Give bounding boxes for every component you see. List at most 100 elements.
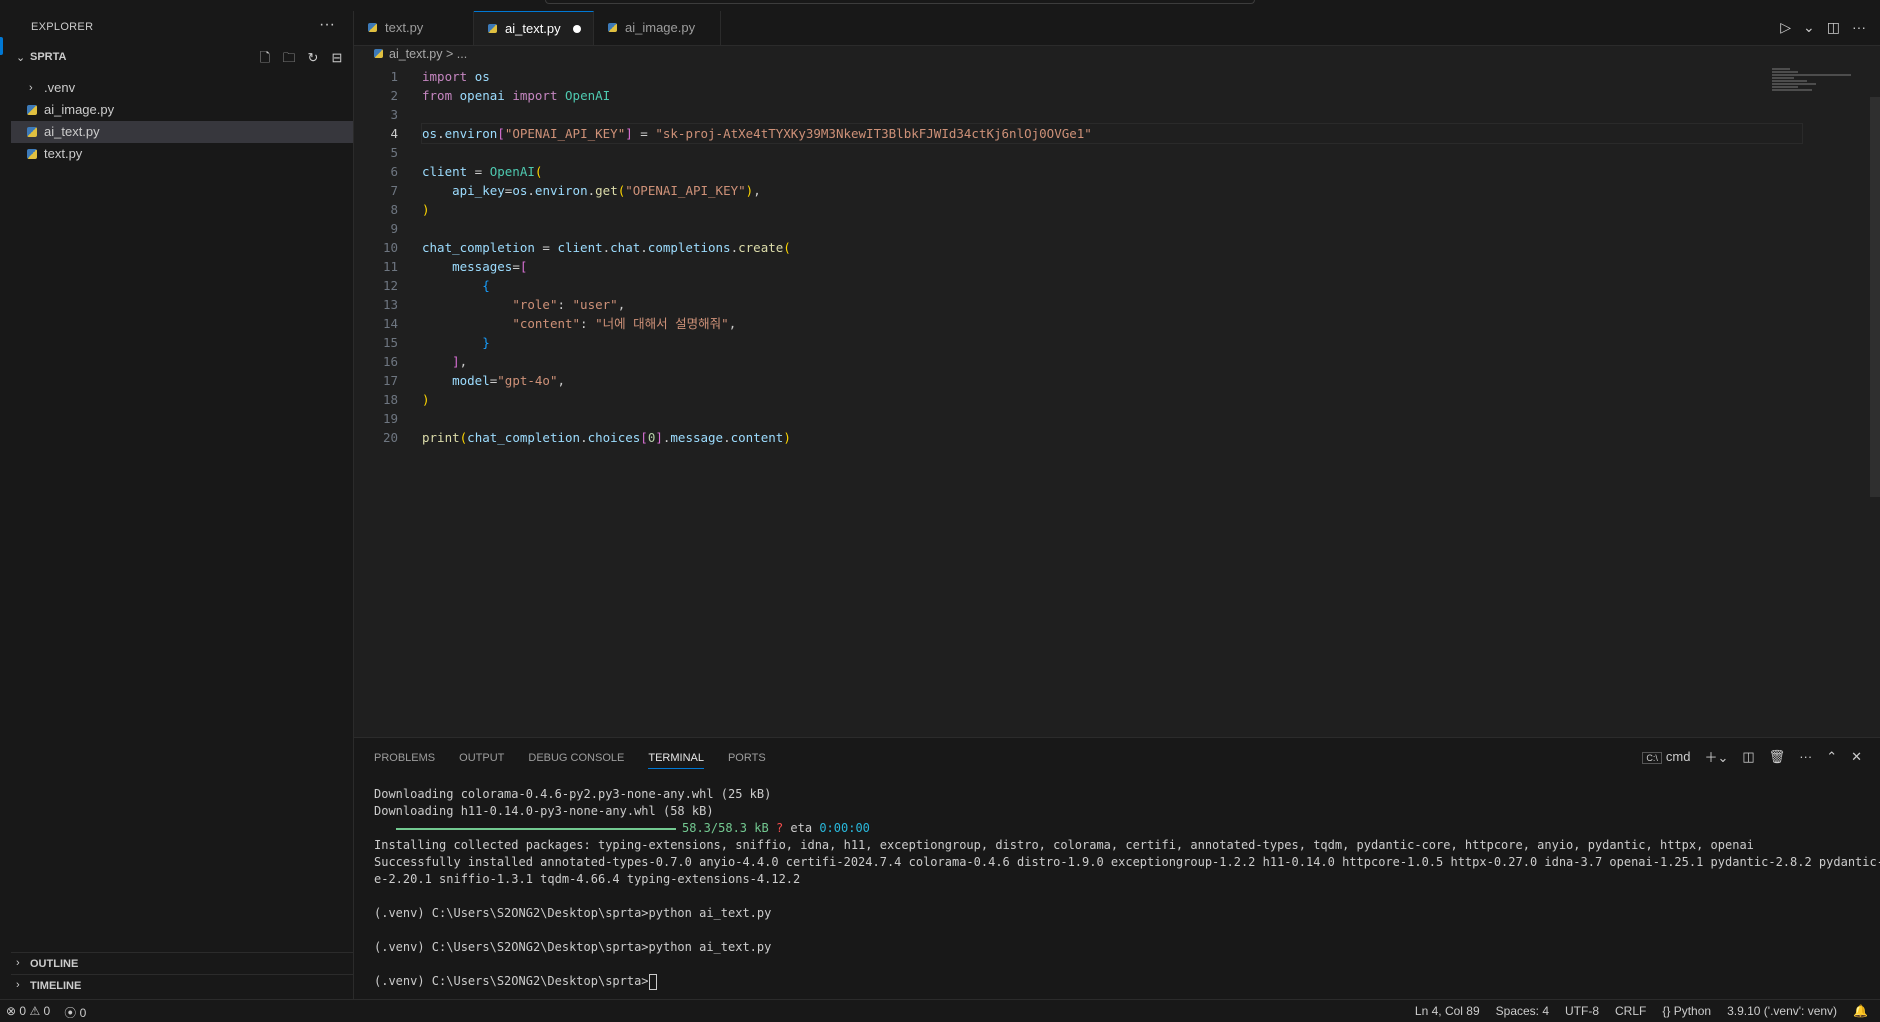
tab-problems[interactable]: PROBLEMS (374, 752, 435, 769)
tab-label: ai_text.py (505, 21, 561, 36)
timeline-section[interactable]: › TIMELINE (11, 974, 353, 997)
file-tree: › .venv ai_image.py ai_text.py text.py (11, 77, 353, 165)
code-line[interactable]: "content": "너에 대해서 설명해줘", (422, 314, 1802, 333)
chevron-right-icon: › (16, 957, 20, 969)
code-area[interactable]: import os from openai import OpenAI os.env… (421, 67, 1803, 447)
status-left: ⊗ 0 ⚠ 0 ⦿ 0 (6, 1004, 86, 1021)
line-number: 6 (390, 164, 398, 179)
python-file-icon (608, 23, 617, 32)
maximize-panel-icon[interactable]: ⌃ (1826, 749, 1837, 765)
code-line[interactable] (422, 105, 1802, 124)
more-actions-icon[interactable]: ··· (319, 16, 335, 34)
new-terminal-icon[interactable]: ＋⌄ (1704, 747, 1728, 766)
code-line[interactable]: from openai import OpenAI (422, 86, 1802, 105)
trash-icon[interactable]: 🗑 (1769, 749, 1786, 765)
line-ending[interactable]: CRLF (1615, 1004, 1646, 1018)
line-number: 15 (382, 335, 398, 350)
new-file-icon[interactable]: 🗋 (257, 50, 273, 66)
python-interpreter[interactable]: 3.9.10 ('.venv': venv) (1727, 1004, 1837, 1018)
command-center[interactable] (545, 0, 1255, 4)
tree-item-text[interactable]: text.py (11, 143, 353, 165)
terminal-output[interactable]: Downloading colorama-0.4.6-py2.py3-none-… (374, 786, 1880, 990)
line-number-gutter: 1 2 3 4 5 6 7 8 9 10 11 12 13 14 15 16 17 18 19 20 (354, 67, 404, 447)
code-line[interactable]: print(chat_completion.choices[0].message… (422, 428, 1802, 447)
tab-text-py[interactable]: text.py (354, 11, 474, 45)
tab-ai-image-py[interactable]: ai_image.py (594, 11, 721, 45)
tab-output[interactable]: OUTPUT (459, 752, 504, 769)
tree-item-ai-image[interactable]: ai_image.py (11, 99, 353, 121)
line-number: 4 (390, 126, 398, 141)
line-number: 16 (382, 354, 398, 369)
line-number: 17 (382, 373, 398, 388)
bell-icon[interactable]: 🔔 (1853, 1004, 1868, 1018)
outline-section[interactable]: › OUTLINE (11, 952, 353, 975)
code-line[interactable]: ], (422, 352, 1802, 371)
cursor-position[interactable]: Ln 4, Col 89 (1415, 1004, 1480, 1018)
more-actions-icon[interactable]: ··· (1852, 19, 1866, 36)
activity-bar (0, 11, 11, 999)
code-line[interactable]: ) (422, 390, 1802, 409)
new-folder-icon[interactable]: 🗀 (281, 50, 297, 66)
terminal-prompt: (.venv) C:\Users\S2ONG2\Desktop\sprta> (374, 974, 649, 988)
code-editor[interactable]: 1 2 3 4 5 6 7 8 9 10 11 12 13 14 15 16 17 18 19 20 import o… (354, 67, 1880, 737)
code-line[interactable] (422, 219, 1802, 238)
python-file-icon (374, 49, 383, 58)
tab-label: ai_image.py (625, 20, 696, 35)
breadcrumb[interactable]: ai_text.py > ... (374, 47, 467, 67)
tab-ai-text-py[interactable]: ai_text.py (474, 11, 594, 45)
code-line[interactable]: client = OpenAI( (422, 162, 1802, 181)
line-number: 11 (382, 259, 398, 274)
code-line[interactable]: } (422, 333, 1802, 352)
code-line[interactable]: { (422, 276, 1802, 295)
code-line[interactable]: os.environ["OPENAI_API_KEY"] = "sk-proj-… (421, 123, 1803, 144)
code-line[interactable] (422, 143, 1802, 162)
code-line[interactable]: "role": "user", (422, 295, 1802, 314)
tab-ports[interactable]: PORTS (728, 752, 766, 769)
more-actions-icon[interactable]: ··· (1799, 749, 1812, 764)
encoding[interactable]: UTF-8 (1565, 1004, 1599, 1018)
problems-status[interactable]: ⊗ 0 ⚠ 0 (6, 1004, 50, 1021)
explorer-actions: 🗋 🗀 ↻ ⊟ (257, 50, 345, 66)
progress-eta: 0:00:00 (819, 821, 870, 835)
warning-count: 0 (43, 1004, 51, 1018)
terminal-shell-selector[interactable]: C:\ cmd (1642, 749, 1690, 764)
terminal-line: e-2.20.1 sniffio-1.3.1 tqdm-4.66.4 typin… (374, 872, 801, 886)
split-terminal-icon[interactable]: ◫ (1742, 749, 1754, 765)
tree-item-label: ai_text.py (44, 124, 100, 139)
tab-terminal[interactable]: TERMINAL (648, 752, 704, 769)
terminal-line: (.venv) C:\Users\S2ONG2\Desktop\sprta>py… (374, 906, 772, 920)
breadcrumb-rest: > ... (446, 47, 468, 61)
code-line[interactable]: model="gpt-4o", (422, 371, 1802, 390)
tab-debug-console[interactable]: DEBUG CONSOLE (528, 752, 624, 769)
chevron-right-icon: › (16, 979, 20, 991)
code-line[interactable]: api_key=os.environ.get("OPENAI_API_KEY")… (422, 181, 1802, 200)
tree-item-ai-text[interactable]: ai_text.py (11, 121, 353, 143)
split-editor-icon[interactable]: ◫ (1827, 19, 1840, 36)
ports-status[interactable]: ⦿ 0 (64, 1004, 86, 1021)
language-mode[interactable]: {} Python (1662, 1004, 1711, 1018)
code-line[interactable]: ) (422, 200, 1802, 219)
code-line[interactable]: import os (422, 67, 1802, 86)
terminal-prompt-line[interactable]: (.venv) C:\Users\S2ONG2\Desktop\sprta> (374, 973, 1860, 990)
error-icon: ⊗ (6, 1004, 17, 1018)
line-number: 14 (382, 316, 398, 331)
code-line[interactable]: chat_completion = client.chat.completion… (422, 238, 1802, 257)
code-line[interactable] (422, 409, 1802, 428)
run-dropdown-icon[interactable]: ⌄ (1803, 19, 1815, 36)
line-number: 8 (390, 202, 398, 217)
close-icon[interactable]: ✕ (1851, 749, 1862, 765)
tree-item-label: ai_image.py (44, 102, 115, 117)
workspace-folder[interactable]: ⌄ SPRTA 🗋 🗀 ↻ ⊟ (11, 47, 353, 69)
error-count: 0 (19, 1004, 27, 1018)
run-icon[interactable]: ▷ (1780, 19, 1791, 36)
indentation[interactable]: Spaces: 4 (1496, 1004, 1549, 1018)
folder-label: SPRTA (30, 51, 67, 63)
unsaved-dot-icon[interactable] (573, 25, 581, 33)
editor-scrollbar[interactable] (1870, 97, 1880, 497)
code-line[interactable]: messages=[ (422, 257, 1802, 276)
collapse-all-icon[interactable]: ⊟ (329, 50, 345, 66)
refresh-icon[interactable]: ↻ (305, 50, 321, 66)
tree-item-venv[interactable]: › .venv (11, 77, 353, 99)
minimap[interactable] (1772, 67, 1860, 127)
python-file-icon (368, 23, 377, 32)
